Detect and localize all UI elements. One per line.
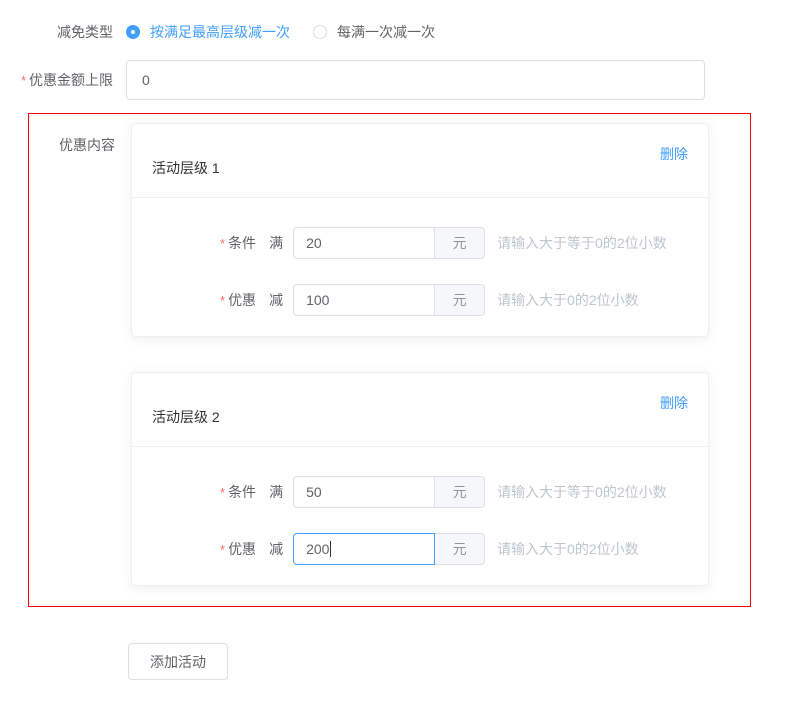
tier-2-title: 活动层级 2 (152, 407, 220, 427)
unit-suffix: 元 (435, 476, 485, 508)
discount-label: 优惠 (228, 539, 256, 559)
tier-1-condition-row: * 条件 满 元 请输入大于等于0的2位小数 (132, 227, 708, 259)
add-activity-row: 添加活动 (0, 643, 812, 680)
tier-card-1: 活动层级 1 删除 * 条件 满 元 请输入大于等 (131, 123, 709, 337)
tier-2-condition-input[interactable] (293, 476, 435, 508)
radio-selected-icon (126, 25, 140, 39)
unit-suffix: 元 (435, 227, 485, 259)
discount-limit-label: *优惠金额上限 (0, 70, 113, 90)
tier-2-delete-button[interactable]: 删除 (660, 393, 688, 413)
radio-highest-tier-once-label: 按满足最高层级减一次 (150, 22, 290, 42)
radio-unselected-icon (313, 25, 327, 39)
tier-1-discount-row: * 优惠 减 元 请输入大于0的2位小数 (132, 284, 708, 316)
tier-2-condition-row: * 条件 满 元 请输入大于等于0的2位小数 (132, 476, 708, 508)
discount-word: 减 (269, 539, 283, 559)
text-caret (330, 541, 331, 557)
tier-1-condition-input[interactable] (293, 227, 435, 259)
discount-limit-row: *优惠金额上限 (0, 60, 812, 100)
tier-1-title: 活动层级 1 (152, 158, 220, 178)
unit-suffix: 元 (435, 284, 485, 316)
tier-2-condition-input-group: 元 (293, 476, 485, 508)
input-wrap (293, 533, 435, 565)
condition-label: 条件 (228, 233, 256, 253)
input-hint: 请输入大于0的2位小数 (497, 539, 639, 559)
unit-suffix: 元 (435, 533, 485, 565)
radio-every-time-once-label: 每满一次减一次 (337, 22, 435, 42)
input-wrap (293, 476, 435, 508)
radio-highest-tier-once[interactable]: 按满足最高层级减一次 (126, 22, 290, 42)
promotion-form: 减免类型 按满足最高层级减一次 每满一次减一次 *优惠金额上限 优惠内容 活动层… (0, 0, 812, 680)
discount-content-label: 优惠内容 (29, 123, 131, 586)
discount-content-fieldset: 优惠内容 活动层级 1 删除 * 条件 满 (28, 113, 751, 607)
tier-2-discount-row: * 优惠 减 元 请输入大于0的2位小数 (132, 533, 708, 565)
required-star-icon: * (21, 73, 26, 88)
reduction-type-row: 减免类型 按满足最高层级减一次 每满一次减一次 (0, 22, 812, 42)
input-wrap (293, 284, 435, 316)
tier-2-discount-input-focused[interactable] (293, 533, 435, 565)
reduction-type-label: 减免类型 (0, 22, 113, 42)
condition-label: 条件 (228, 482, 256, 502)
reduction-type-radio-group: 按满足最高层级减一次 每满一次减一次 (126, 22, 435, 42)
required-star-icon: * (220, 542, 225, 557)
input-hint: 请输入大于0的2位小数 (497, 290, 639, 310)
required-star-icon: * (220, 293, 225, 308)
tier-2-body: * 条件 满 元 请输入大于等于0的2位小数 * 优惠 (132, 447, 708, 585)
tier-1-discount-input-group: 元 (293, 284, 485, 316)
required-star-icon: * (220, 485, 225, 500)
tier-1-body: * 条件 满 元 请输入大于等于0的2位小数 * 优惠 (132, 198, 708, 336)
add-activity-button[interactable]: 添加活动 (128, 643, 228, 680)
discount-word: 减 (269, 290, 283, 310)
condition-word: 满 (269, 233, 283, 253)
radio-every-time-once[interactable]: 每满一次减一次 (313, 22, 435, 42)
condition-word: 满 (269, 482, 283, 502)
tier-1-condition-input-group: 元 (293, 227, 485, 259)
input-hint: 请输入大于等于0的2位小数 (497, 482, 667, 502)
tier-card-2: 活动层级 2 删除 * 条件 满 元 请输入大于等 (131, 372, 709, 586)
input-wrap (293, 227, 435, 259)
required-star-icon: * (220, 236, 225, 251)
input-hint: 请输入大于等于0的2位小数 (497, 233, 667, 253)
tier-2-header: 活动层级 2 删除 (132, 373, 708, 447)
discount-limit-input[interactable] (126, 60, 705, 100)
tier-1-discount-input[interactable] (293, 284, 435, 316)
discount-label: 优惠 (228, 290, 256, 310)
tier-list: 活动层级 1 删除 * 条件 满 元 请输入大于等 (131, 123, 709, 586)
tier-1-header: 活动层级 1 删除 (132, 124, 708, 198)
tier-2-discount-input-group: 元 (293, 533, 485, 565)
tier-1-delete-button[interactable]: 删除 (660, 144, 688, 164)
